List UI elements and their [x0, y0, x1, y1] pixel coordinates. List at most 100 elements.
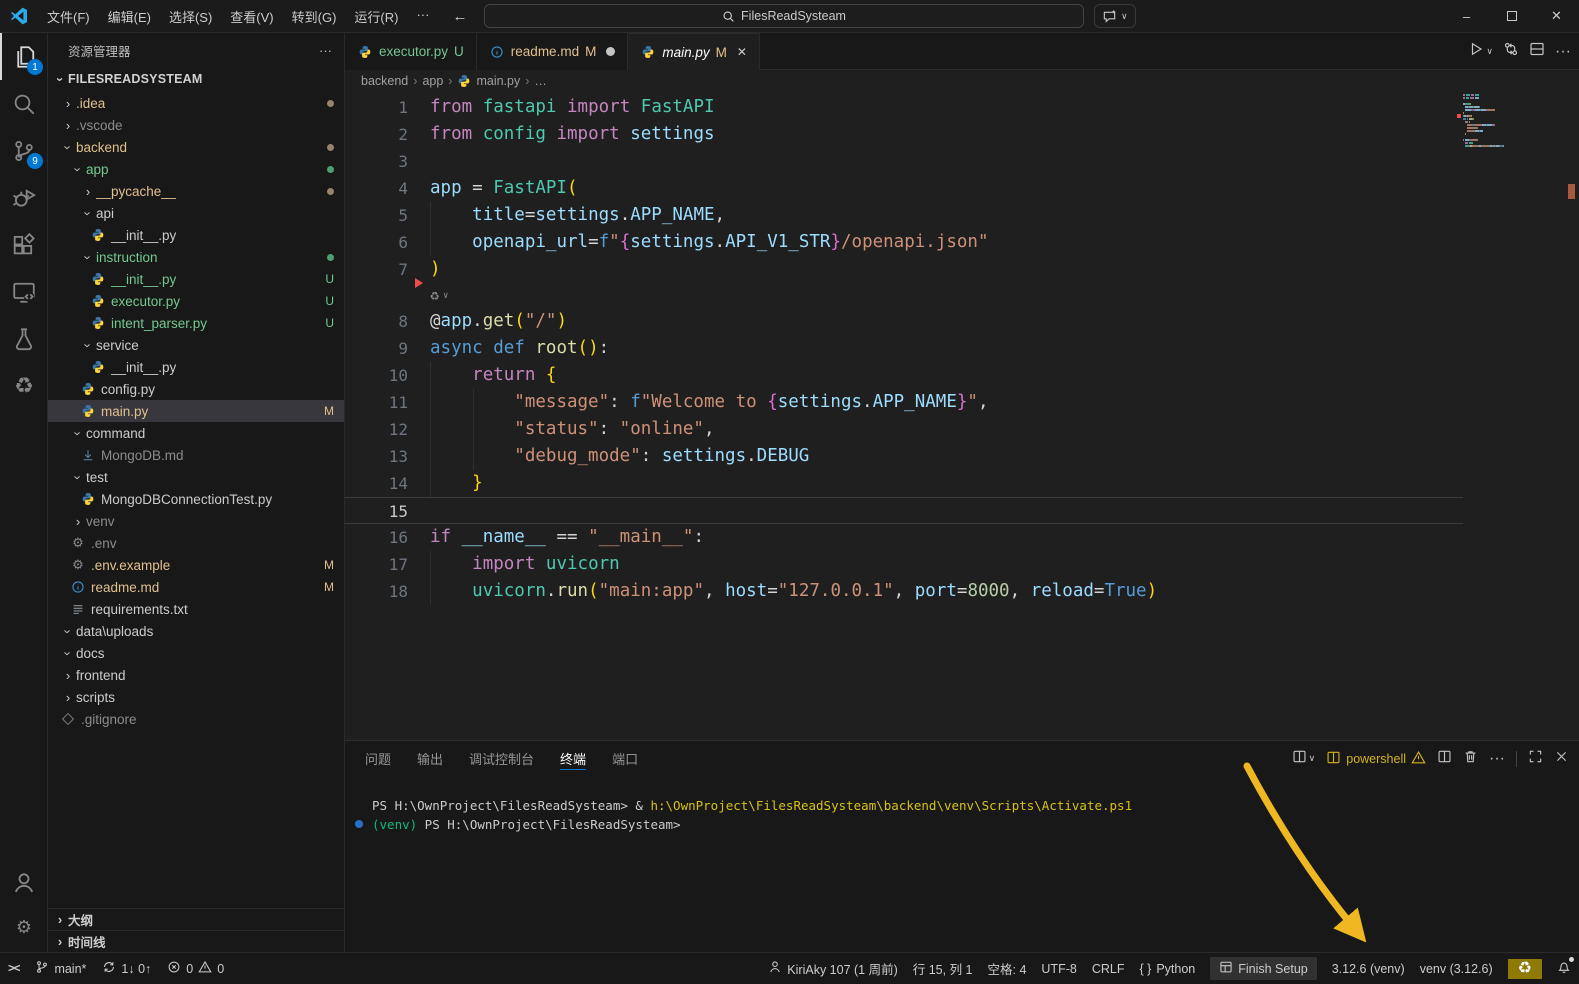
breadcrumb-item[interactable]: app: [422, 74, 443, 88]
tree-item[interactable]: MongoDB.md: [48, 444, 344, 466]
tree-item[interactable]: main.pyM: [48, 400, 344, 422]
tree-item[interactable]: requirements.txt: [48, 598, 344, 620]
menu-item-6[interactable]: ···: [407, 3, 438, 30]
terminal-command-decoration-icon[interactable]: [355, 820, 363, 828]
code-line[interactable]: 16if __name__ == "__main__":: [345, 524, 1463, 551]
breadcrumb-item[interactable]: backend: [361, 74, 408, 88]
run-python-file[interactable]: ∨: [1468, 41, 1493, 62]
customize-layout[interactable]: [1324, 3, 1354, 29]
workspace-section-header[interactable]: › FILESREADSYSTEAM: [48, 68, 344, 90]
tree-item[interactable]: ⚙.env.exampleM: [48, 554, 344, 576]
status-venv-indicator[interactable]: venv (3.12.6): [1420, 962, 1493, 976]
editor-more-actions[interactable]: ···: [1555, 43, 1571, 61]
split-terminal[interactable]: [1437, 749, 1452, 769]
code-line[interactable]: 8@app.get("/"): [345, 308, 1463, 335]
code-line[interactable]: 2from config import settings: [345, 121, 1463, 148]
sidebar-section-1[interactable]: ›时间线: [48, 930, 344, 952]
split-editor[interactable]: [1529, 41, 1545, 62]
tree-item[interactable]: ›api: [48, 202, 344, 224]
toggle-secondary-sidebar[interactable]: [1414, 3, 1444, 29]
activity-remote-explorer[interactable]: [0, 268, 48, 315]
menu-item-2[interactable]: 选择(S): [160, 3, 221, 30]
activity-extensions[interactable]: [0, 221, 48, 268]
overview-ruler[interactable]: [1565, 92, 1579, 740]
tree-item[interactable]: MongoDBConnectionTest.py: [48, 488, 344, 510]
breadcrumb-item[interactable]: …: [534, 74, 547, 88]
panel-tab-4[interactable]: 端口: [612, 741, 638, 776]
activity-ai-extension[interactable]: ♻: [0, 362, 48, 409]
code-line[interactable]: 1from fastapi import FastAPI: [345, 94, 1463, 121]
breadcrumb-item[interactable]: main.py: [476, 74, 520, 88]
status-finish-setup[interactable]: Finish Setup: [1210, 957, 1316, 980]
panel-more-actions[interactable]: ···: [1489, 750, 1505, 768]
code-line[interactable]: 17 import uvicorn: [345, 551, 1463, 578]
tree-item[interactable]: ›data\uploads: [48, 620, 344, 642]
command-center-search[interactable]: FilesReadSysteam: [484, 4, 1084, 28]
code-line[interactable]: 12 "status": "online",: [345, 416, 1463, 443]
tree-item[interactable]: ›venv: [48, 510, 344, 532]
panel-tab-1[interactable]: 输出: [417, 741, 443, 776]
status-git-sync[interactable]: 1↓ 0↑: [102, 960, 151, 977]
status-git-branch[interactable]: main*: [35, 960, 86, 977]
code-line[interactable]: 4app = FastAPI(: [345, 175, 1463, 202]
menu-item-1[interactable]: 编辑(E): [99, 3, 160, 30]
terminal-launch-dropdown[interactable]: ∨: [1292, 749, 1316, 769]
status-git-blame[interactable]: KiriAky 107 (1 周前): [768, 959, 897, 978]
code-line[interactable]: 14 }: [345, 470, 1463, 497]
terminal[interactable]: PS H:\OwnProject\FilesReadSysteam> & h:\…: [372, 796, 1569, 834]
activity-source-control[interactable]: 9: [0, 127, 48, 174]
status-notifications-bell[interactable]: [1557, 960, 1571, 977]
menu-item-3[interactable]: 查看(V): [221, 3, 282, 30]
tree-item[interactable]: ›.vscode: [48, 114, 344, 136]
close-panel[interactable]: [1554, 749, 1569, 769]
tree-item[interactable]: __init__.pyU: [48, 268, 344, 290]
code-line[interactable]: 15: [345, 497, 1463, 524]
copilot-menu-button[interactable]: ∨: [1094, 4, 1136, 28]
activity-explorer[interactable]: 1: [0, 33, 48, 80]
code-line[interactable]: 18 uvicorn.run("main:app", host="127.0.0…: [345, 578, 1463, 605]
back-icon[interactable]: ←: [452, 8, 467, 25]
menu-item-5[interactable]: 运行(R): [345, 3, 407, 30]
code-line[interactable]: 10 return {: [345, 362, 1463, 389]
status-eol-selector[interactable]: CRLF: [1092, 962, 1125, 976]
tab-readme-md[interactable]: readme.mdM: [477, 33, 629, 70]
close-button[interactable]: ✕: [1534, 0, 1579, 32]
tree-item[interactable]: ›app: [48, 158, 344, 180]
code-line[interactable]: 13 "debug_mode": settings.DEBUG: [345, 443, 1463, 470]
activity-search[interactable]: [0, 80, 48, 127]
tree-item[interactable]: readme.mdM: [48, 576, 344, 598]
code-line[interactable]: 6 openapi_url=f"{settings.API_V1_STR}/op…: [345, 229, 1463, 256]
terminal-line[interactable]: PS H:\OwnProject\FilesReadSysteam> & h:\…: [372, 796, 1569, 815]
tree-item[interactable]: .gitignore: [48, 708, 344, 730]
tree-item[interactable]: config.py: [48, 378, 344, 400]
open-changes[interactable]: [1503, 41, 1519, 62]
tree-item[interactable]: intent_parser.pyU: [48, 312, 344, 334]
kill-terminal[interactable]: [1463, 749, 1478, 769]
tab-executor-py[interactable]: executor.pyU: [345, 33, 477, 70]
activity-manage-settings[interactable]: ⚙: [0, 905, 48, 950]
code-line[interactable]: 11 "message": f"Welcome to {settings.APP…: [345, 389, 1463, 416]
tree-item[interactable]: __init__.py: [48, 224, 344, 246]
status-ai-extension-button[interactable]: ♻: [1508, 959, 1542, 979]
panel-tab-0[interactable]: 问题: [365, 741, 391, 776]
tree-item[interactable]: ›command: [48, 422, 344, 444]
maximize-button[interactable]: [1489, 0, 1534, 32]
status-encoding[interactable]: UTF-8: [1041, 962, 1076, 976]
tree-item[interactable]: ›__pycache__: [48, 180, 344, 202]
tree-item[interactable]: ›instruction: [48, 246, 344, 268]
tree-item[interactable]: __init__.py: [48, 356, 344, 378]
tree-item[interactable]: ⚙.env: [48, 532, 344, 554]
menu-item-4[interactable]: 转到(G): [283, 3, 346, 30]
code-line[interactable]: 7): [345, 256, 1463, 283]
breadcrumb[interactable]: backend›app›main.py›…: [345, 70, 1579, 92]
status-cursor-position[interactable]: 行 15, 列 1: [913, 959, 973, 978]
close-tab-icon[interactable]: ✕: [737, 45, 747, 59]
tree-item[interactable]: ›service: [48, 334, 344, 356]
activity-accounts[interactable]: [0, 860, 48, 905]
panel-tab-2[interactable]: 调试控制台: [469, 741, 534, 776]
status-python-interpreter[interactable]: 3.12.6 (venv): [1332, 962, 1405, 976]
explorer-more-actions[interactable]: ···: [319, 43, 332, 58]
toggle-panel[interactable]: [1384, 3, 1414, 29]
terminal-line[interactable]: (venv) PS H:\OwnProject\FilesReadSysteam…: [372, 815, 1569, 834]
code-line[interactable]: 5 title=settings.APP_NAME,: [345, 202, 1463, 229]
